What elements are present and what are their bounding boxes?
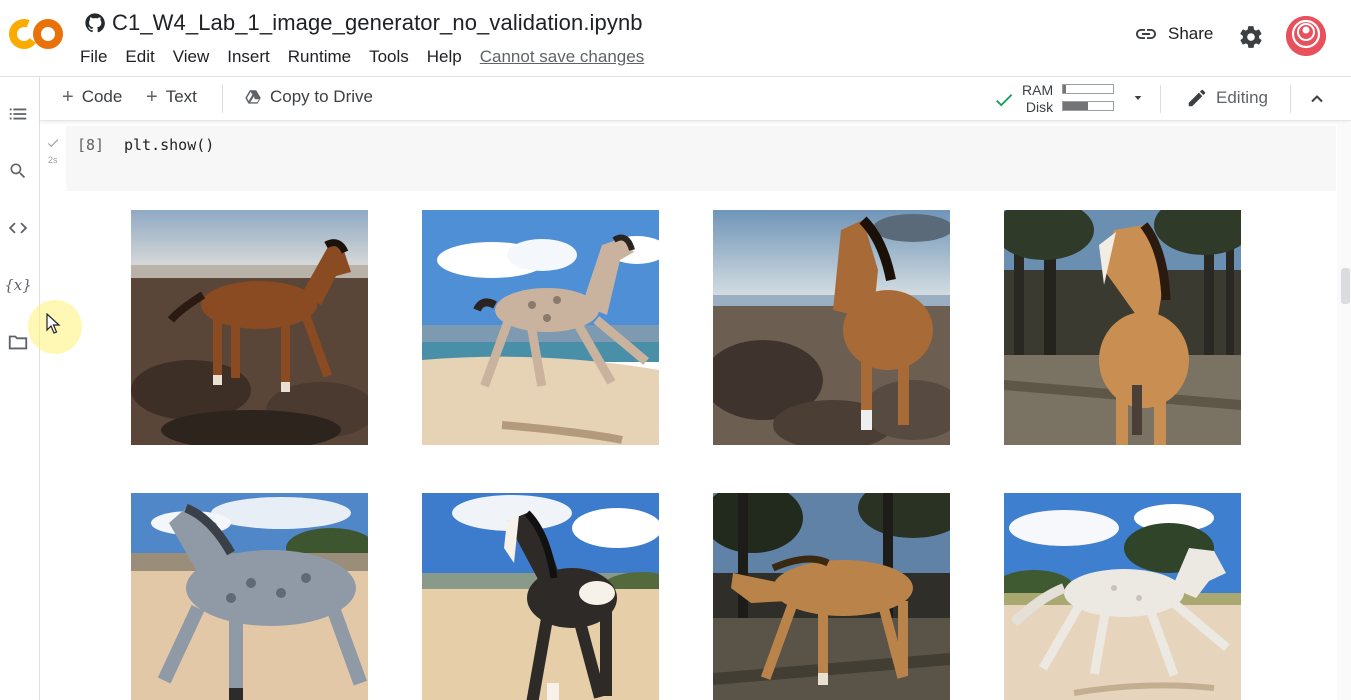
notebook-title[interactable]: C1_W4_Lab_1_image_generator_no_validatio… [112, 10, 643, 36]
copy-to-drive-label: Copy to Drive [270, 87, 373, 106]
github-icon [85, 13, 105, 33]
user-avatar[interactable] [1286, 16, 1326, 56]
search-icon[interactable] [6, 159, 30, 183]
drive-icon [245, 90, 261, 104]
chevron-down-icon[interactable] [1130, 90, 1146, 106]
scrollbar-thumb[interactable] [1341, 268, 1350, 304]
connected-check-icon [996, 94, 1013, 107]
plus-icon: + [62, 86, 74, 108]
horse-image-7 [713, 493, 950, 700]
menu-tools[interactable]: Tools [369, 47, 409, 67]
chevron-up-icon[interactable] [1307, 89, 1327, 109]
link-icon [1136, 29, 1156, 39]
copy-to-drive-button[interactable]: Copy to Drive [244, 87, 373, 107]
side-rail: {x} [0, 77, 40, 700]
share-label: Share [1168, 24, 1214, 43]
ram-meter-fill [1063, 85, 1066, 93]
horse-image-8 [1004, 493, 1241, 700]
mouse-pointer-icon [46, 313, 61, 334]
code-editor[interactable] [66, 126, 1336, 191]
disk-meter-fill [1063, 102, 1088, 110]
code-line[interactable]: plt.show() [124, 136, 214, 154]
horse-image-1 [131, 210, 368, 445]
code-snippets-icon[interactable] [6, 216, 30, 240]
toolbar-divider [1160, 85, 1161, 113]
menu-help[interactable]: Help [427, 47, 462, 67]
toolbar-divider [222, 85, 223, 113]
menu-runtime[interactable]: Runtime [288, 47, 351, 67]
add-code-label: Code [81, 87, 123, 106]
horse-image-4 [1004, 210, 1241, 445]
horse-image-6 [422, 493, 659, 700]
editing-mode-button[interactable]: Editing [1186, 87, 1268, 109]
notebook-title-row: C1_W4_Lab_1_image_generator_no_validatio… [84, 8, 643, 38]
resource-labels[interactable]: RAM Disk [1022, 82, 1053, 116]
variables-icon[interactable]: {x} [4, 273, 32, 297]
gear-icon[interactable] [1238, 24, 1264, 50]
menu-bar: File Edit View Insert Runtime Tools Help… [80, 45, 644, 69]
run-time: 2s [48, 155, 58, 165]
menu-insert[interactable]: Insert [227, 47, 270, 67]
menu-view[interactable]: View [173, 47, 210, 67]
table-of-contents-icon[interactable] [6, 102, 30, 126]
disk-meter [1062, 101, 1114, 111]
cell-run-status[interactable]: 2s [46, 136, 66, 168]
files-folder-icon[interactable] [6, 330, 30, 354]
pencil-icon [1188, 89, 1206, 107]
ram-meter [1062, 84, 1114, 94]
horse-image-2 [422, 210, 659, 445]
avatar-pattern-icon [1286, 16, 1326, 56]
toolbar-divider [1290, 85, 1291, 113]
share-button[interactable]: Share [1134, 22, 1213, 46]
variables-glyph: {x} [4, 276, 32, 294]
add-text-button[interactable]: + Text [146, 87, 197, 107]
disk-label: Disk [1025, 99, 1054, 115]
add-text-label: Text [165, 87, 197, 106]
horse-image-3 [713, 210, 950, 445]
notebook-toolbar: + Code + Text Copy to Drive RAM Disk Edi… [40, 77, 1351, 121]
menu-file[interactable]: File [80, 47, 107, 67]
add-code-button[interactable]: + Code [62, 87, 122, 107]
editing-label: Editing [1216, 88, 1268, 107]
code-cell[interactable]: 2s [8] plt.show() [40, 124, 1336, 191]
scrollbar-track[interactable] [1337, 124, 1351, 700]
app-header: C1_W4_Lab_1_image_generator_no_validatio… [0, 0, 1351, 76]
execution-count: [8] [77, 136, 105, 154]
ram-label: RAM [1022, 82, 1054, 98]
save-status-link[interactable]: Cannot save changes [480, 47, 644, 67]
colab-logo[interactable] [8, 17, 64, 51]
resource-meters[interactable] [1062, 84, 1114, 118]
cell-output [66, 191, 1336, 700]
horse-image-5 [131, 493, 368, 700]
plus-icon: + [146, 86, 158, 108]
menu-edit[interactable]: Edit [125, 47, 154, 67]
run-check-icon [47, 139, 59, 148]
